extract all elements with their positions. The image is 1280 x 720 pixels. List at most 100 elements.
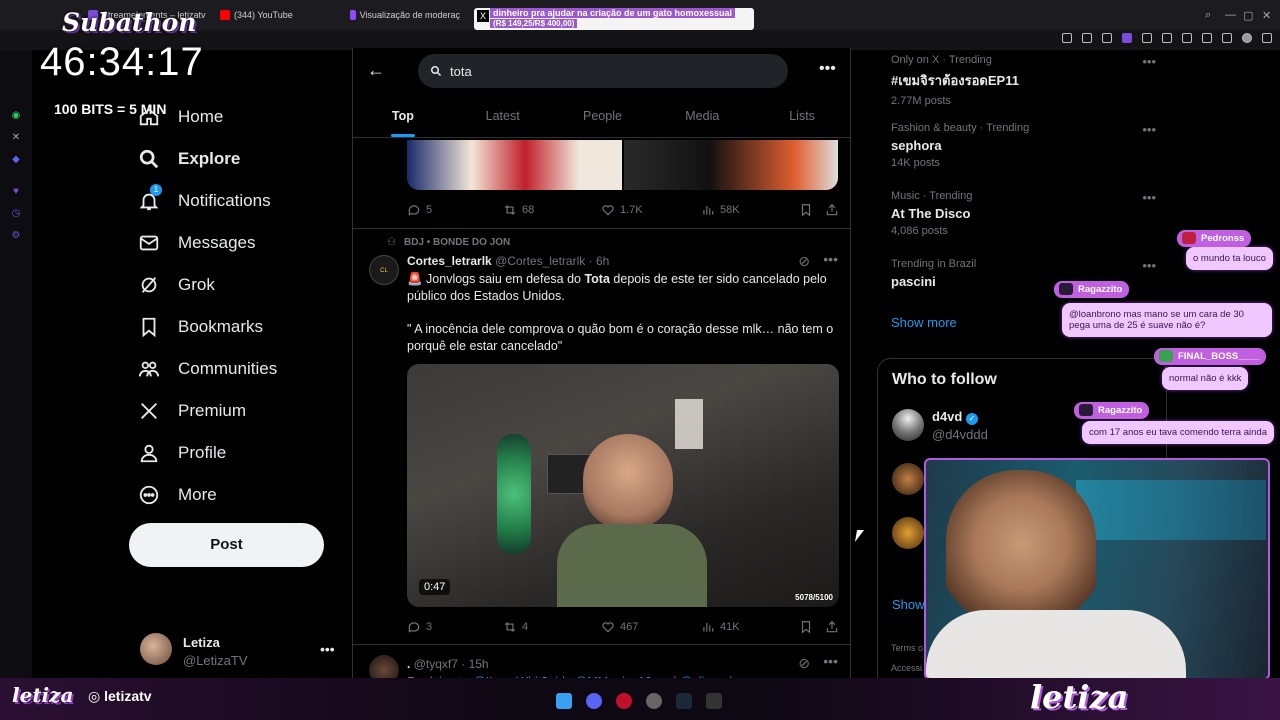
x-icon[interactable]: ✕ [10, 132, 22, 144]
more-icon[interactable]: ••• [1142, 54, 1156, 69]
tweet[interactable]: ⚇ BDJ • BONDE DO JON CL Cortes_letrarlk @… [353, 228, 850, 640]
like-button[interactable]: 467 [601, 620, 638, 634]
show-more-link[interactable]: Show more [891, 315, 957, 330]
retweet-button[interactable]: 68 [503, 203, 534, 217]
author-handle[interactable]: @Cortes_letrarlk [495, 254, 585, 268]
tweet-quote-text: " A inocência dele comprova o quão bom é… [407, 322, 834, 353]
follow-name[interactable]: d4vd ✓ [932, 409, 978, 425]
like-button[interactable]: 1.7K [601, 203, 643, 217]
grok-icon[interactable]: ⊘ [798, 655, 810, 672]
more-icon[interactable]: ••• [823, 653, 838, 669]
steam-icon[interactable] [676, 693, 692, 709]
author-name[interactable]: . [407, 657, 410, 671]
windows-start-icon[interactable] [556, 693, 572, 709]
footer-link[interactable]: Terms o [891, 643, 923, 653]
play-icon[interactable] [1162, 33, 1172, 43]
show-more-link[interactable]: Show [892, 597, 925, 612]
tab-latest[interactable]: Latest [453, 98, 553, 137]
search-bar[interactable] [418, 54, 788, 88]
trend-item[interactable]: Only on X · Trending #เขมจิราต้องรอดEP11… [891, 54, 1156, 107]
whatsapp-icon[interactable]: ◉ [10, 110, 22, 122]
post-button[interactable]: Post [129, 523, 324, 567]
browser-tab[interactable]: Visualização de moderaç [350, 6, 460, 24]
account-switcher[interactable]: Letiza @LetizaTV ••• [140, 633, 340, 669]
translate-icon[interactable] [1142, 33, 1152, 43]
minimize-icon[interactable]: — [1225, 9, 1236, 21]
author-name[interactable]: Cortes_letrarlk [407, 254, 492, 268]
nav-messages[interactable]: Messages [128, 222, 338, 264]
nav-profile[interactable]: Profile [128, 432, 338, 474]
chat-badge-icon [1159, 350, 1173, 362]
trend-item[interactable]: Fashion & beauty · Trending sephora 14K … [891, 122, 1156, 169]
tweet-time[interactable]: · 6h [589, 254, 610, 268]
extensions-icon[interactable] [1202, 33, 1212, 43]
nav-bookmarks[interactable]: Bookmarks [128, 306, 338, 348]
avatar[interactable]: CL [369, 255, 399, 285]
account-handle: @LetizaTV [183, 653, 248, 668]
search-tabs-icon[interactable]: ⌕ [1205, 9, 1211, 22]
nav-more[interactable]: More [128, 474, 338, 516]
nav-premium[interactable]: Premium [128, 390, 338, 432]
search-input[interactable] [450, 63, 750, 79]
tab-lists[interactable]: Lists [752, 98, 850, 137]
app-icon[interactable] [706, 693, 722, 709]
tweet-time[interactable]: · 15h [461, 657, 488, 671]
more-icon[interactable]: ••• [1142, 190, 1156, 205]
trend-item[interactable]: Music · Trending At The Disco 4,086 post… [891, 190, 1156, 237]
more-icon[interactable]: ••• [1142, 258, 1156, 273]
chat-message: com 17 anos eu tava comendo terra ainda [1082, 421, 1274, 444]
nav-home[interactable]: Home [128, 96, 338, 138]
copy-icon[interactable] [1222, 33, 1232, 43]
author-handle[interactable]: @tyqxf7 [414, 657, 458, 671]
heart-icon [602, 622, 614, 633]
nav-communities[interactable]: Communities [128, 348, 338, 390]
chat-message: o mundo ta louco [1186, 247, 1273, 270]
tab-media[interactable]: Media [652, 98, 752, 137]
nav-notifications[interactable]: 1 Notifications [128, 180, 338, 222]
more-icon[interactable]: ••• [819, 60, 836, 78]
more-icon[interactable]: ••• [823, 251, 838, 267]
obs-icon[interactable] [646, 693, 662, 709]
grok-icon[interactable]: ⊘ [798, 253, 810, 270]
tweet-video[interactable]: 0:47 5078/5100 [407, 364, 839, 607]
back-arrow-icon[interactable]: ← [367, 60, 387, 80]
tweet-media[interactable] [407, 140, 838, 190]
tab-people[interactable]: People [553, 98, 653, 137]
more-icon[interactable]: ••• [1142, 122, 1156, 137]
share-button[interactable] [825, 620, 839, 634]
bell-icon: 1 [138, 184, 162, 212]
maximize-icon[interactable]: ▢ [1243, 9, 1253, 22]
bookmark-button[interactable] [799, 203, 813, 217]
avatar[interactable] [892, 409, 924, 441]
profile-avatar-icon[interactable] [1242, 33, 1252, 43]
views-button[interactable]: 41K [701, 620, 740, 634]
nav-explore[interactable]: Explore [128, 138, 338, 180]
retweet-button[interactable]: 4 [503, 620, 528, 634]
retweet-icon [504, 205, 516, 215]
heart-icon[interactable] [1182, 33, 1192, 43]
reply-button[interactable]: 5 [407, 203, 432, 217]
discord-icon[interactable]: ◆ [10, 154, 22, 166]
views-button[interactable]: 58K [701, 203, 740, 217]
tab-top[interactable]: Top [353, 98, 453, 137]
primary-nav: Home Explore 1 Notifications Messages Gr… [128, 96, 338, 516]
menu-icon[interactable] [1262, 33, 1272, 43]
heart-icon[interactable]: ♥ [10, 186, 22, 198]
nav-grok[interactable]: Grok [128, 264, 338, 306]
opera-icon[interactable] [616, 693, 632, 709]
close-icon[interactable]: ✕ [1262, 9, 1271, 22]
zoom-icon[interactable] [1062, 33, 1072, 43]
settings-icon[interactable]: ⚙ [10, 230, 22, 242]
avatar[interactable] [892, 517, 924, 549]
subathon-timer: 46:34:17 [40, 40, 204, 84]
share-button[interactable] [825, 203, 839, 217]
reply-button[interactable]: 3 [407, 620, 432, 634]
footer-link[interactable]: Accessi [891, 663, 922, 673]
pin-icon[interactable] [1082, 33, 1092, 43]
screenshot-icon[interactable] [1102, 33, 1112, 43]
bookmark-button[interactable] [799, 620, 813, 634]
shield-icon[interactable] [1122, 33, 1132, 43]
discord-icon[interactable] [586, 693, 602, 709]
clock-icon[interactable]: ◷ [10, 208, 22, 220]
avatar[interactable] [892, 463, 924, 495]
